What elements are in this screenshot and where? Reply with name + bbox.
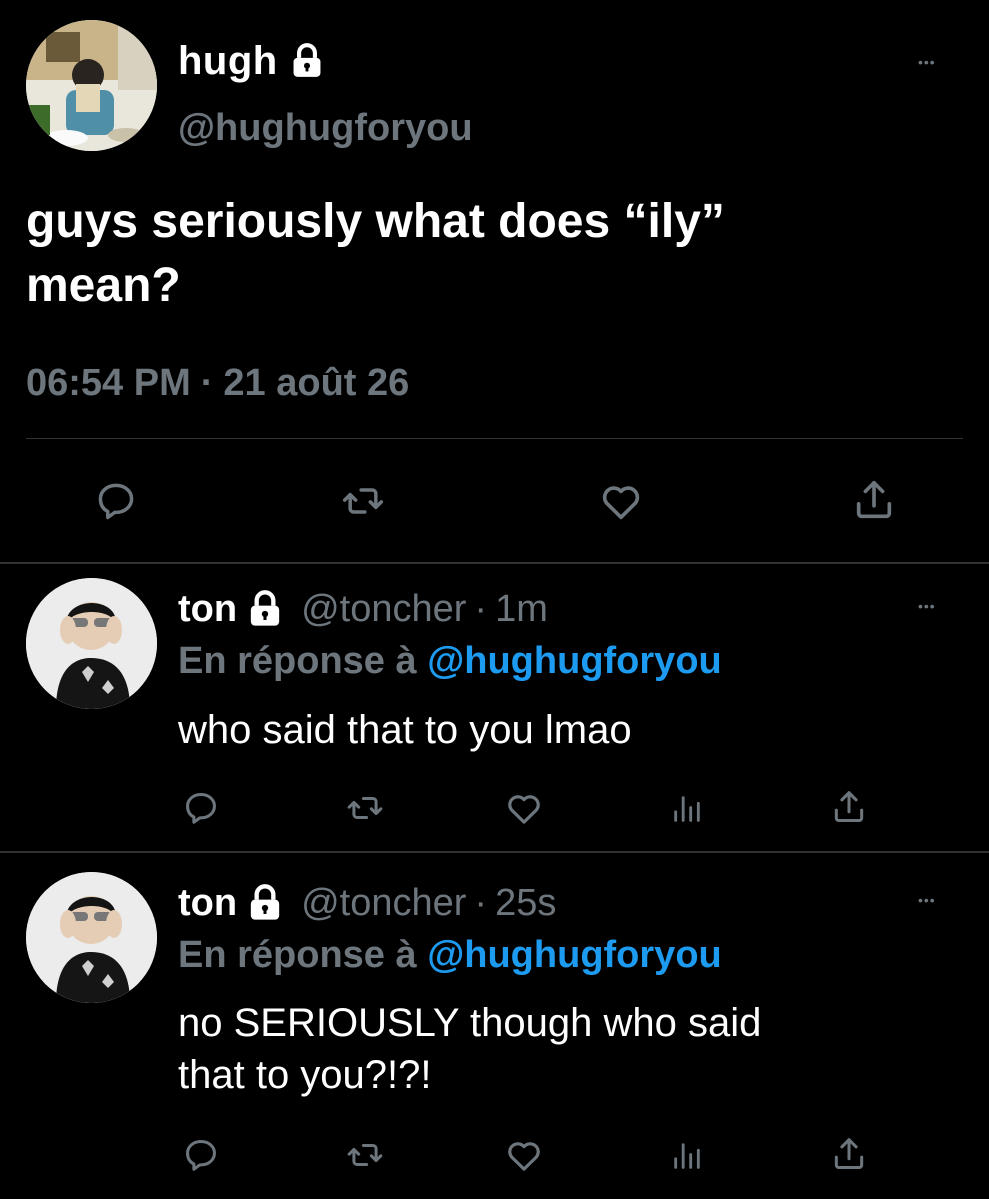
lock-icon <box>245 883 285 923</box>
section-divider <box>0 851 989 853</box>
like-icon[interactable] <box>503 1135 545 1175</box>
retweet-icon[interactable] <box>338 479 388 523</box>
reply-context: En réponse à @hughugforyou <box>178 932 722 978</box>
reply-icon[interactable] <box>93 479 139 523</box>
tweet-text: who said that to you lmao <box>178 704 632 756</box>
more-options-icon[interactable]: ••• <box>918 52 936 72</box>
reply-context: En réponse à @hughugforyou <box>178 638 722 684</box>
share-icon[interactable] <box>851 477 897 523</box>
timestamp[interactable]: 25s <box>495 882 556 925</box>
separator: · <box>474 881 488 924</box>
section-divider <box>0 562 989 564</box>
tweet-text-line: no SERIOUSLY though who said <box>178 1001 762 1045</box>
mention-link[interactable]: @hughugforyou <box>427 640 722 682</box>
like-icon[interactable] <box>597 478 645 524</box>
tweet-text-line: guys seriously what does “ily” <box>26 195 725 248</box>
avatar[interactable] <box>26 20 157 151</box>
lock-icon <box>245 589 285 629</box>
separator: · <box>200 362 214 404</box>
analytics-icon[interactable] <box>669 792 705 826</box>
tweet-text: guys seriously what does “ily” mean? <box>26 190 966 318</box>
tweet-text-line: that to you?!?! <box>178 1053 432 1097</box>
avatar[interactable] <box>26 578 157 709</box>
tweet-text-line: who said that to you lmao <box>178 708 632 752</box>
more-options-icon[interactable]: ••• <box>918 890 936 910</box>
reply-icon[interactable] <box>181 789 221 827</box>
avatar[interactable] <box>26 872 157 1003</box>
date: 21 août 26 <box>223 362 410 404</box>
retweet-icon[interactable] <box>343 789 387 827</box>
handle[interactable]: @toncher <box>301 882 466 925</box>
time: 06:54 PM <box>26 362 191 404</box>
like-icon[interactable] <box>503 788 545 828</box>
reply-icon[interactable] <box>181 1136 221 1174</box>
reply-prefix: En réponse à <box>178 640 417 682</box>
share-icon[interactable] <box>830 1135 868 1173</box>
display-name[interactable]: hugh <box>178 39 278 84</box>
analytics-icon[interactable] <box>669 1139 705 1173</box>
tweet-timestamp[interactable]: 06:54 PM · 21 août 26 <box>26 360 409 406</box>
timestamp[interactable]: 1m <box>495 588 548 631</box>
tweet-text: no SERIOUSLY though who said that to you… <box>178 997 761 1101</box>
display-name[interactable]: ton <box>178 882 237 925</box>
lock-icon <box>288 42 326 80</box>
handle[interactable]: @hughugforyou <box>178 106 473 150</box>
display-name[interactable]: ton <box>178 588 237 631</box>
tweet-text-line: mean? <box>26 259 181 312</box>
handle[interactable]: @toncher <box>301 588 466 631</box>
divider <box>26 438 963 439</box>
separator: · <box>474 587 488 630</box>
retweet-icon[interactable] <box>343 1136 387 1174</box>
mention-link[interactable]: @hughugforyou <box>427 934 722 976</box>
share-icon[interactable] <box>830 788 868 826</box>
more-options-icon[interactable]: ••• <box>918 596 936 616</box>
reply-prefix: En réponse à <box>178 934 417 976</box>
